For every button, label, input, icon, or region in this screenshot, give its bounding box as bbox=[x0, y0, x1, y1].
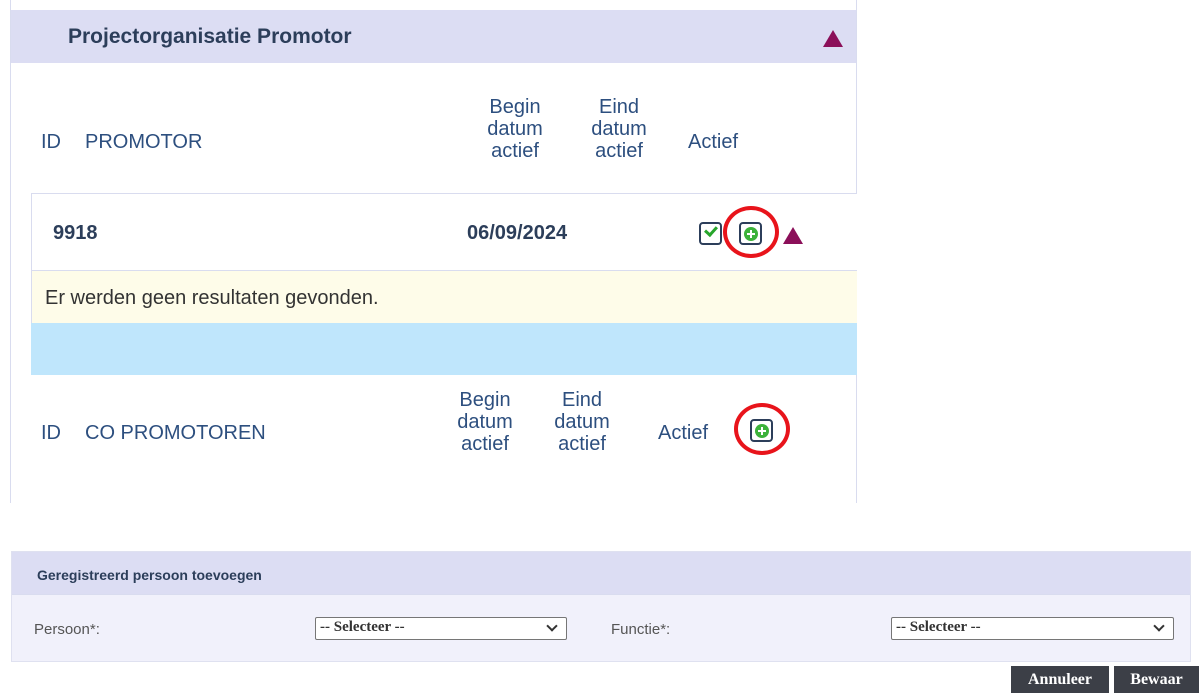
collapse-triangle-icon[interactable] bbox=[823, 30, 843, 47]
save-button[interactable]: Bewaar bbox=[1114, 666, 1199, 693]
col-co-promotoren-header: CO PROMOTOREN bbox=[85, 422, 266, 444]
co-col-id-header: ID bbox=[41, 422, 61, 444]
col-active-header: Actief bbox=[688, 131, 739, 153]
col-promotor-header: PROMOTOR bbox=[85, 131, 203, 153]
person-select-value: -- Selecteer -- bbox=[320, 619, 405, 635]
checkbox-checked-icon[interactable] bbox=[699, 222, 722, 245]
add-person-form: Geregistreerd persoon toevoegen Persoon*… bbox=[11, 551, 1191, 662]
col-end-date-header: Eind datum actief bbox=[591, 96, 647, 162]
form-header: Geregistreerd persoon toevoegen bbox=[12, 552, 1190, 595]
separator-bar bbox=[31, 323, 857, 375]
chevron-down-icon bbox=[1153, 620, 1165, 632]
function-select-value: -- Selecteer -- bbox=[896, 619, 981, 635]
function-label: Functie*: bbox=[611, 621, 671, 638]
co-col-begin-date-header: Begin datum actief bbox=[457, 389, 513, 455]
person-label: Persoon*: bbox=[34, 621, 100, 638]
person-select[interactable]: -- Selecteer -- bbox=[315, 617, 567, 640]
function-select[interactable]: -- Selecteer -- bbox=[891, 617, 1174, 640]
table-row: 9918 06/09/2024 bbox=[31, 193, 857, 271]
highlight-ring bbox=[734, 403, 790, 455]
co-col-active-header: Actief bbox=[658, 422, 709, 444]
co-col-end-date-header: Eind datum actief bbox=[554, 389, 610, 455]
highlight-ring bbox=[723, 206, 779, 258]
promotor-id: 9918 bbox=[53, 222, 98, 244]
promotor-begin-date: 06/09/2024 bbox=[467, 222, 568, 244]
col-id-header: ID bbox=[41, 131, 61, 153]
collapse-row-triangle-icon[interactable] bbox=[783, 227, 803, 244]
promotor-panel: Projectorganisatie Promotor ID PROMOTOR … bbox=[10, 0, 857, 503]
empty-results-message: Er werden geen resultaten gevonden. bbox=[31, 271, 857, 323]
chevron-down-icon bbox=[546, 620, 558, 632]
panel-title: Projectorganisatie Promotor bbox=[68, 25, 352, 48]
form-title: Geregistreerd persoon toevoegen bbox=[37, 567, 262, 583]
cancel-button[interactable]: Annuleer bbox=[1011, 666, 1109, 693]
col-begin-date-header: Begin datum actief bbox=[487, 96, 543, 162]
panel-header: Projectorganisatie Promotor bbox=[11, 10, 856, 63]
